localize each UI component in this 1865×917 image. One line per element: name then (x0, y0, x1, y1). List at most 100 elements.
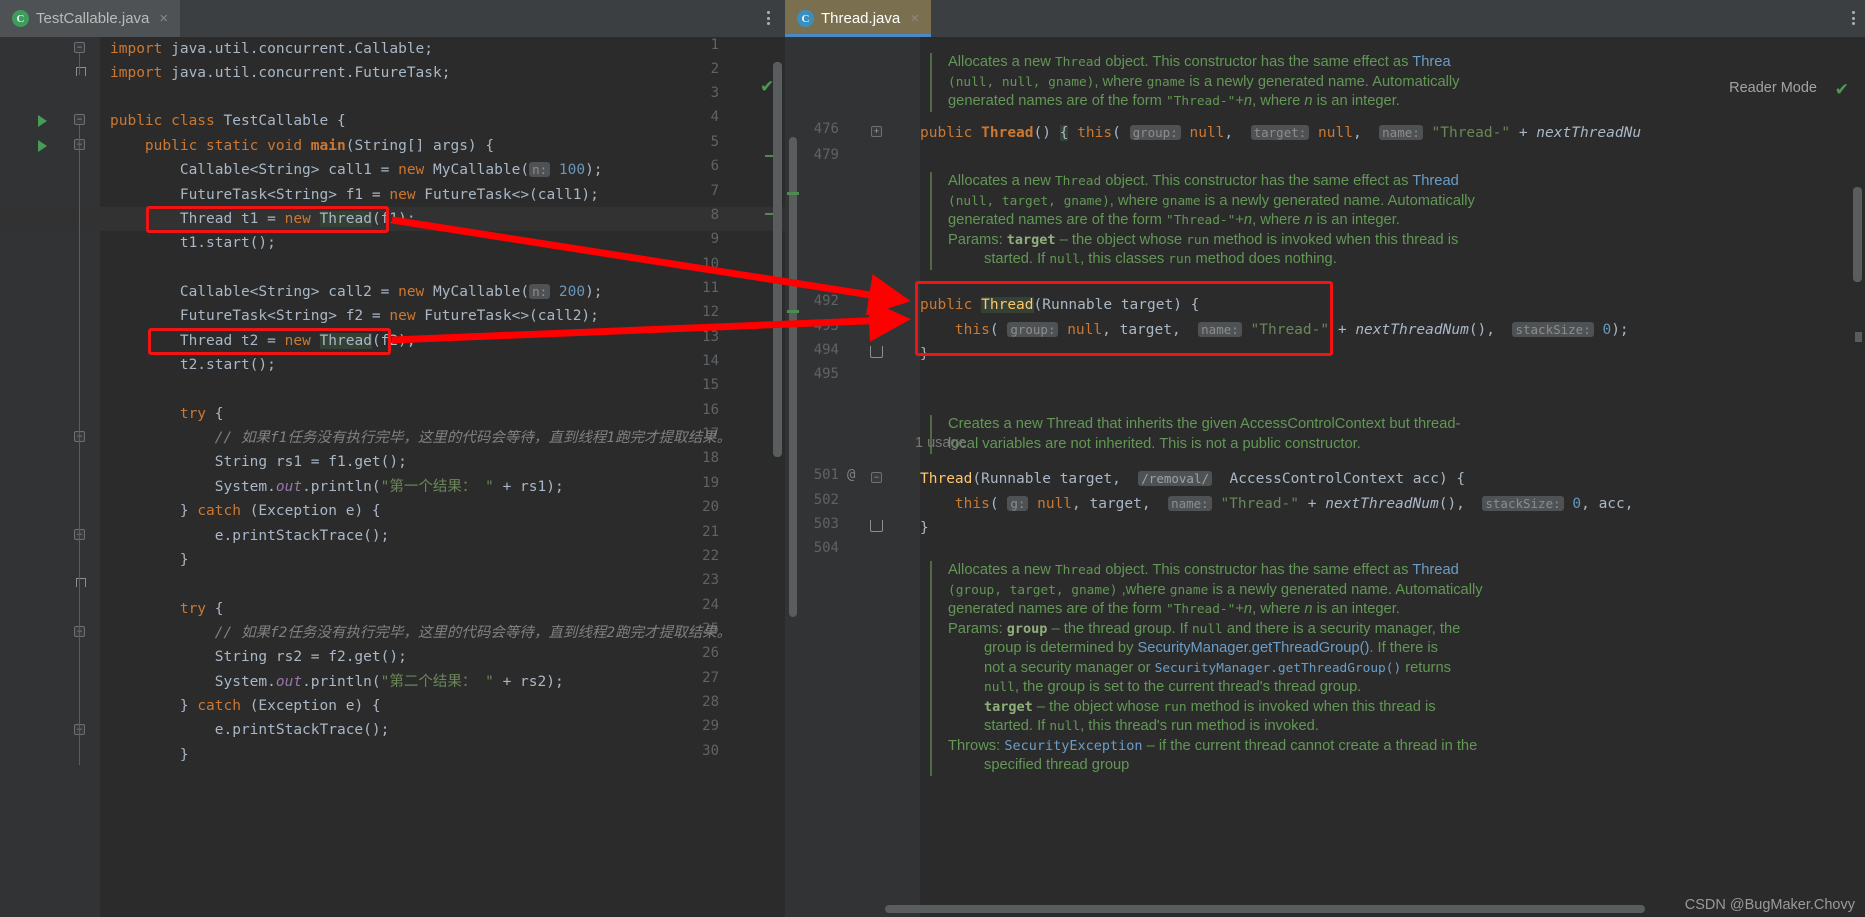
left-editor-tabbar: C TestCallable.java × (0, 0, 785, 37)
left-tab-options-icon[interactable] (760, 8, 776, 28)
code-line: Thread(Runnable target, /removal/ Access… (920, 471, 1466, 487)
right-code-editor[interactable]: 476 479 492 493 494 495 501 502 503 504 … (785, 37, 1865, 917)
doc-line: null, the group is set to the current th… (984, 679, 1362, 695)
code-line: public Thread() { this( group: null, tar… (920, 125, 1642, 141)
right-editor-tabbar: C Thread.java × (785, 0, 1865, 37)
code-line: String rs2 = f2.get(); (110, 649, 407, 665)
line-number: 476 (813, 121, 839, 137)
code-line: } catch (Exception e) { (110, 503, 381, 519)
gutter-change-marker (787, 310, 799, 313)
doc-line: Allocates a new Thread object. This cons… (948, 173, 1459, 189)
tab-label: TestCallable.java (36, 10, 150, 27)
right-vertical-scrollbar[interactable] (1853, 187, 1862, 282)
code-line: System.out.println("第一个结果： " + rs1); (110, 479, 564, 495)
code-line: public Thread(Runnable target) { (920, 297, 1200, 313)
tab-label: Thread.java (821, 10, 901, 27)
code-line: } (110, 552, 189, 568)
annotation-gutter-icon: @ (847, 467, 856, 483)
code-line: Thread t2 = new Thread(f2); (110, 333, 416, 349)
fold-guide (79, 53, 80, 75)
right-code-text[interactable]: public Thread() { this( group: null, tar… (920, 37, 1865, 917)
code-line: t1.start(); (110, 235, 276, 251)
line-number: 502 (813, 492, 839, 508)
tab-testcallable-java[interactable]: C TestCallable.java × (0, 0, 181, 37)
code-line: try { (179, 406, 224, 422)
run-method-icon[interactable] (38, 140, 47, 152)
code-line: e.printStackTrace(); (110, 722, 390, 738)
doc-line: Throws: SecurityException – if the curre… (948, 737, 1478, 754)
code-line: public static void main(String[] args) { (144, 138, 495, 154)
code-line: FutureTask<String> f1 = new FutureTask<>… (110, 187, 599, 203)
javadoc-block-4: Allocates a new Thread object. This cons… (930, 561, 1620, 776)
line-number: 479 (813, 147, 839, 163)
line-number: 501 (813, 467, 839, 483)
doc-line: Params: target – the object whose run me… (948, 231, 1459, 248)
doc-line: started. If null, this classes run metho… (984, 251, 1337, 267)
doc-line: group is determined by SecurityManager.g… (984, 640, 1438, 656)
fold-end-icon[interactable] (870, 520, 883, 532)
javadoc-block-3: Creates a new Thread that inherits the g… (930, 415, 1610, 454)
doc-line: Creates a new Thread that inherits the g… (948, 416, 1461, 432)
fold-end-icon[interactable] (870, 346, 883, 358)
line-number: 503 (813, 516, 839, 532)
doc-line: generated names are of the form "Thread-… (948, 212, 1400, 228)
inspection-ok-icon[interactable]: ✔ (1835, 80, 1849, 100)
java-class-icon: C (12, 10, 29, 27)
java-class-icon: C (797, 10, 814, 27)
code-line: } (920, 346, 929, 362)
doc-line: specified thread group (984, 757, 1130, 773)
run-class-icon[interactable] (38, 115, 47, 127)
right-tab-options-icon[interactable] (1845, 8, 1861, 28)
doc-line: Allocates a new Thread object. This cons… (948, 54, 1451, 70)
code-line: import java.util.concurrent.FutureTask; (110, 65, 451, 81)
fold-icon[interactable]: − (871, 298, 882, 309)
close-icon[interactable]: × (910, 10, 919, 27)
code-line: try { (179, 601, 224, 617)
fold-icon[interactable]: − (74, 114, 85, 125)
doc-line: Params: group – the thread group. If nul… (948, 620, 1461, 637)
line-number: 493 (813, 318, 839, 334)
tab-thread-java[interactable]: C Thread.java × (785, 0, 931, 37)
fold-icon[interactable]: − (74, 42, 85, 53)
code-line: // 如果f1任务没有执行完毕，这里的代码会等待，直到线程1跑完才提取结果。 (214, 430, 732, 446)
gutter-change-marker (787, 192, 799, 195)
code-line: String rs1 = f1.get(); (110, 454, 407, 470)
left-gutter[interactable] (0, 37, 100, 917)
doc-line: generated names are of the form "Thread-… (948, 93, 1400, 109)
code-line: this( g: null, target, name: "Thread-" +… (954, 496, 1634, 512)
javadoc-block-1: Allocates a new Thread object. This cons… (930, 53, 1730, 112)
fold-icon[interactable]: − (871, 472, 882, 483)
code-line: // 如果f2任务没有执行完毕，这里的代码会等待，直到线程2跑完才提取结果。 (214, 625, 732, 641)
line-number: 495 (813, 366, 839, 382)
close-icon[interactable]: × (159, 10, 168, 27)
code-line: import java.util.concurrent.Callable; (110, 41, 434, 57)
fold-icon[interactable]: + (871, 126, 882, 137)
fold-guide (79, 125, 80, 765)
left-vertical-scrollbar[interactable] (773, 62, 782, 457)
usage-count-label[interactable]: 1 usage (915, 435, 967, 451)
code-line: } (920, 520, 929, 536)
watermark-text: CSDN @BugMaker.Chovy (1684, 897, 1855, 913)
right-scrollbar-marker[interactable] (1855, 332, 1862, 342)
code-line: e.printStackTrace(); (110, 528, 390, 544)
code-line: } catch (Exception e) { (110, 698, 381, 714)
code-line: Callable<String> call1 = new MyCallable(… (110, 162, 603, 178)
code-line: } (110, 747, 189, 763)
left-code-editor[interactable]: 1 2 3 4 5 6 7 8 9 10 11 12 13 14 15 16 1… (0, 37, 785, 917)
line-number: 492 (813, 293, 839, 309)
code-line: System.out.println("第二个结果： " + rs2); (110, 674, 564, 690)
doc-line: target – the object whose run method is … (984, 698, 1436, 715)
reader-mode-label[interactable]: Reader Mode (1729, 80, 1817, 96)
code-line: public class TestCallable { (110, 113, 346, 129)
code-line: t2.start(); (110, 357, 276, 373)
code-line: Callable<String> call2 = new MyCallable(… (110, 284, 603, 300)
doc-line: generated names are of the form "Thread-… (948, 601, 1400, 617)
right-horizontal-scrollbar[interactable] (885, 905, 1645, 913)
right-gutter-scrollbar[interactable] (789, 137, 797, 617)
doc-line: not a security manager or SecurityManage… (984, 659, 1451, 676)
doc-line: (null, target, gname), where gname is a … (948, 192, 1475, 209)
doc-line: Allocates a new Thread object. This cons… (948, 562, 1459, 578)
code-line: Thread t1 = new Thread(f1); (110, 211, 416, 227)
left-code-text[interactable]: import java.util.concurrent.Callable; im… (100, 37, 785, 917)
doc-line: (null, null, gname), where gname is a ne… (948, 73, 1460, 90)
